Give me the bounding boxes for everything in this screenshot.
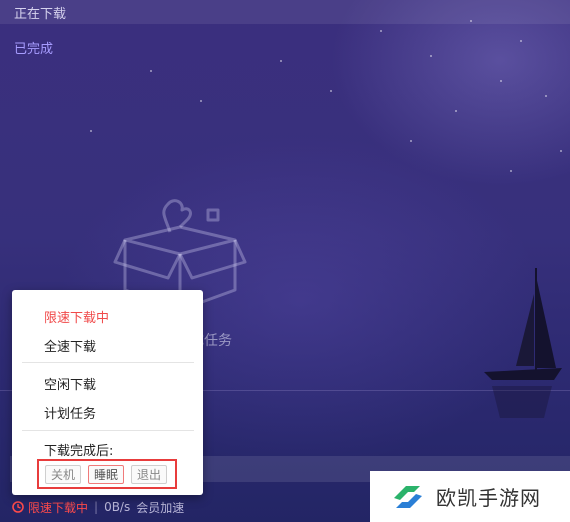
- menu-item-idle[interactable]: 空闲下载: [44, 374, 96, 393]
- menu-divider: [22, 362, 194, 363]
- speed-mode-menu: 限速下载中 全速下载 空闲下载 计划任务 下载完成后: 关机 睡眠 退出: [12, 290, 203, 495]
- clock-icon: [12, 501, 24, 513]
- menu-item-limited[interactable]: 限速下载中: [44, 307, 109, 326]
- after-download-options: 关机 睡眠 退出: [37, 459, 177, 489]
- download-speed: 0B/s: [104, 500, 131, 514]
- shutdown-button[interactable]: 关机: [45, 465, 81, 484]
- speed-limit-label: 限速下载中: [28, 500, 89, 515]
- downloading-tab-label: 正在下载: [14, 6, 67, 22]
- watermark-text: 欧凯手游网: [436, 486, 541, 510]
- downloading-tab[interactable]: 正在下载: [0, 0, 570, 24]
- status-separator: |: [94, 500, 99, 514]
- menu-item-schedule[interactable]: 计划任务: [44, 403, 96, 422]
- watermark-logo-icon: [394, 485, 422, 508]
- speed-limit-toggle[interactable]: 限速下载中: [12, 499, 88, 516]
- exit-button[interactable]: 退出: [131, 465, 167, 484]
- menu-divider: [22, 430, 194, 431]
- sleep-button[interactable]: 睡眠: [88, 465, 124, 484]
- sailboat-illustration: [484, 268, 562, 418]
- watermark: 欧凯手游网: [370, 471, 570, 522]
- after-download-label: 下载完成后:: [44, 444, 114, 459]
- menu-item-full-speed[interactable]: 全速下载: [44, 336, 96, 355]
- status-bar: 限速下载中 | 0B/s 会员加速: [0, 494, 370, 520]
- vip-speedup-link[interactable]: 会员加速: [136, 499, 184, 516]
- completed-tab[interactable]: 已完成: [14, 38, 53, 57]
